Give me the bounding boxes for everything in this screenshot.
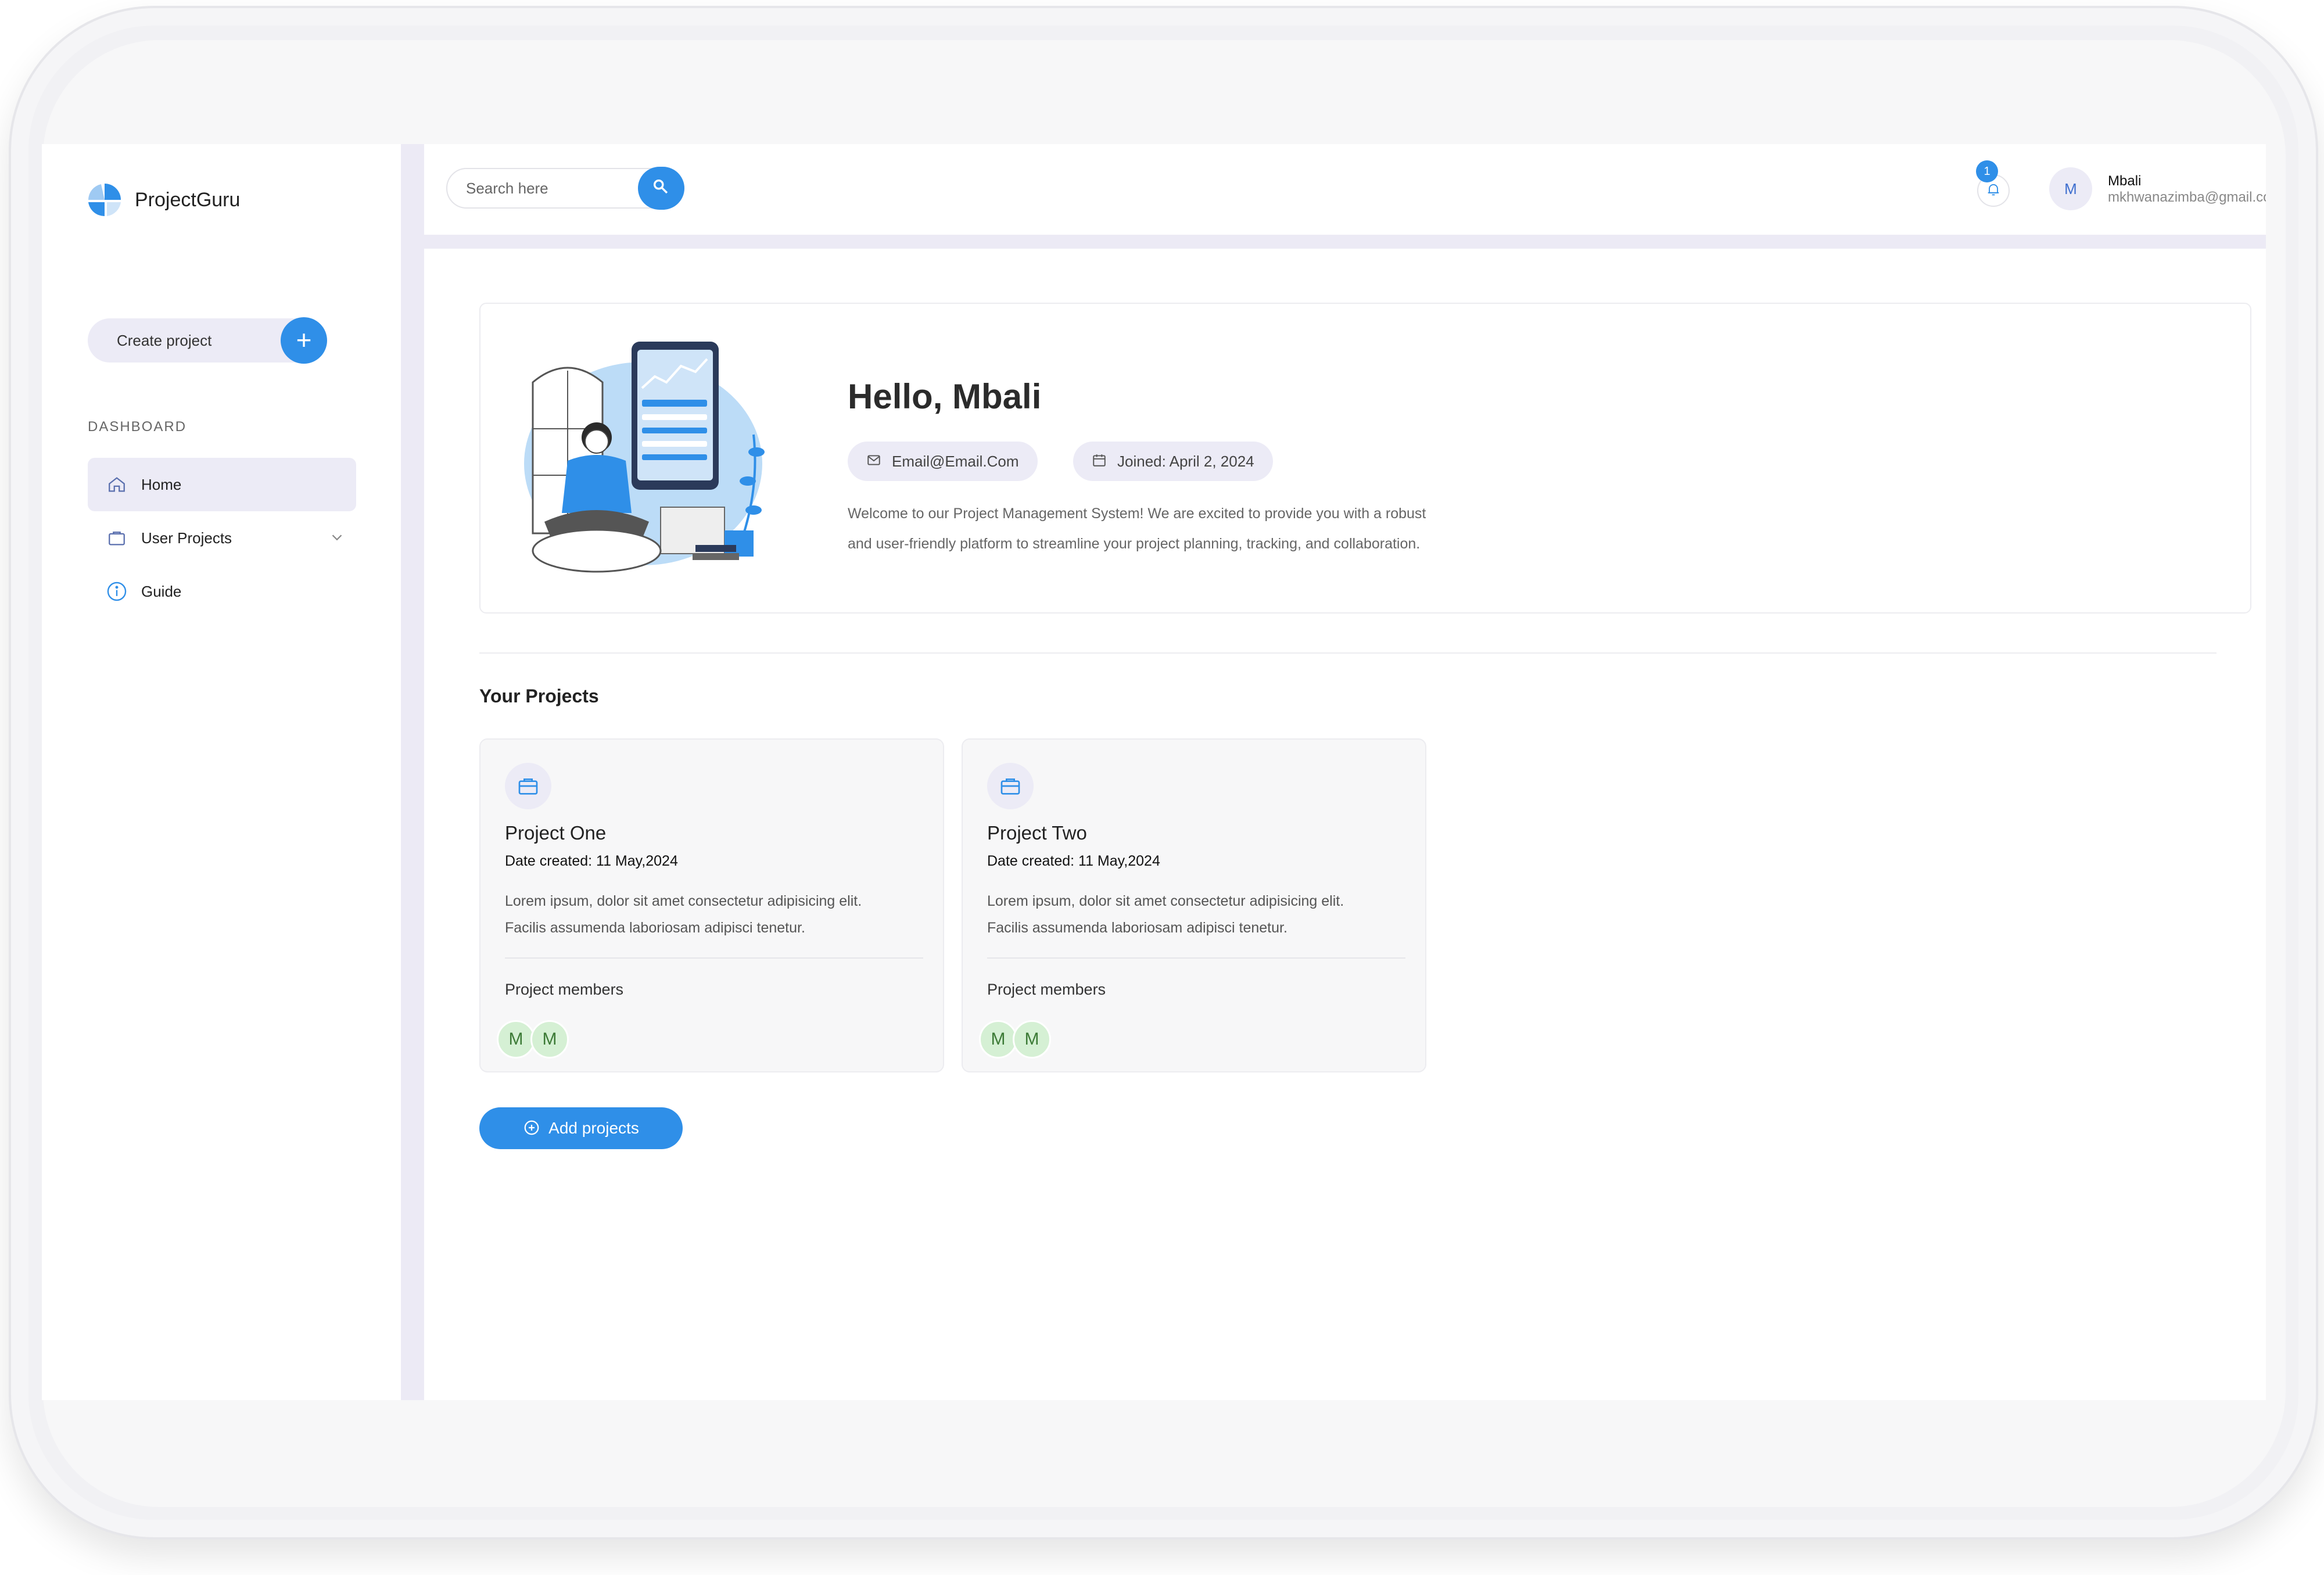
app-name: ProjectGuru <box>135 188 241 211</box>
search-button[interactable] <box>638 167 684 210</box>
project-members-label: Project members <box>987 981 1106 998</box>
project-description-line-2: Facilis assumenda laboriosam adipisci te… <box>505 920 805 936</box>
project-title[interactable]: Project Two <box>987 822 1087 844</box>
create-project-label: Create project <box>117 331 212 349</box>
user-name: Mbali <box>2108 173 2142 189</box>
sidebar-item-label: Guide <box>141 582 182 600</box>
joined-text: Joined: April 2, 2024 <box>1117 452 1254 470</box>
email-text: Email@Email.Com <box>892 452 1019 470</box>
sidebar-item-user-projects[interactable]: User Projects <box>88 511 356 565</box>
app-screen: ProjectGuru Create project + DASHBOARD H… <box>42 144 2266 1400</box>
welcome-line-1: Welcome to our Project Management System… <box>848 505 1426 522</box>
member-avatar[interactable]: M <box>1013 1020 1051 1059</box>
sidebar-item-label: Home <box>141 475 182 493</box>
create-project-button[interactable]: Create project + <box>88 317 327 364</box>
mail-icon <box>866 453 881 471</box>
add-projects-button[interactable]: Add projects <box>479 1107 683 1149</box>
member-avatar[interactable]: M <box>497 1020 535 1059</box>
info-icon <box>105 580 128 603</box>
card-divider <box>505 957 923 959</box>
notification-badge: 1 <box>1976 160 1998 182</box>
plus-icon[interactable]: + <box>281 317 327 364</box>
project-date: Date created: 11 May,2024 <box>987 853 1160 869</box>
search-box <box>446 167 684 210</box>
logo-icon <box>86 181 123 218</box>
plus-circle-icon <box>523 1119 540 1138</box>
sidebar-item-label: User Projects <box>141 529 232 547</box>
search-input[interactable] <box>466 180 623 198</box>
projects-heading: Your Projects <box>479 686 599 706</box>
joined-badge: Joined: April 2, 2024 <box>1073 442 1273 481</box>
sidebar: ProjectGuru Create project + DASHBOARD H… <box>42 144 401 1400</box>
welcome-line-2: and user-friendly platform to streamline… <box>848 536 1421 552</box>
project-card[interactable]: Project One Date created: 11 May,2024 Lo… <box>479 738 944 1072</box>
project-description-line-1: Lorem ipsum, dolor sit amet consectetur … <box>505 893 862 909</box>
add-projects-label: Add projects <box>548 1119 639 1137</box>
bell-icon <box>1985 181 2002 200</box>
chevron-down-icon[interactable] <box>328 529 346 549</box>
welcome-card: Hello, Mbali Email@Email.Com Joined: Apr… <box>479 303 2251 614</box>
briefcase-icon <box>105 526 128 550</box>
section-divider <box>479 652 2217 654</box>
project-date: Date created: 11 May,2024 <box>505 853 678 869</box>
greeting-title: Hello, Mbali <box>848 377 1042 416</box>
project-title[interactable]: Project One <box>505 822 606 844</box>
project-description-line-2: Facilis assumenda laboriosam adipisci te… <box>987 920 1287 936</box>
briefcase-icon <box>987 763 1034 809</box>
main-content: Hello, Mbali Email@Email.Com Joined: Apr… <box>424 249 2266 1400</box>
section-label-dashboard: DASHBOARD <box>88 419 187 435</box>
app-logo[interactable]: ProjectGuru <box>86 181 240 218</box>
project-members-label: Project members <box>505 981 624 998</box>
project-description-line-1: Lorem ipsum, dolor sit amet consectetur … <box>987 893 1344 909</box>
welcome-illustration <box>510 336 783 586</box>
project-description: Lorem ipsum, dolor sit amet consectetur … <box>987 888 1405 941</box>
welcome-message: Welcome to our Project Management System… <box>848 498 1475 559</box>
search-icon <box>651 177 671 200</box>
avatar[interactable]: M <box>2049 167 2092 210</box>
home-icon <box>105 473 128 496</box>
project-card[interactable]: Project Two Date created: 11 May,2024 Lo… <box>962 738 1426 1072</box>
card-divider <box>987 957 1405 959</box>
briefcase-icon <box>505 763 551 809</box>
sidebar-item-home[interactable]: Home <box>88 458 356 511</box>
calendar-icon <box>1092 453 1107 471</box>
member-avatar[interactable]: M <box>530 1020 569 1059</box>
project-description: Lorem ipsum, dolor sit amet consectetur … <box>505 888 923 941</box>
sidebar-item-guide[interactable]: Guide <box>88 565 356 618</box>
member-avatar[interactable]: M <box>979 1020 1017 1059</box>
email-badge: Email@Email.Com <box>848 442 1038 481</box>
top-bar: 1 M Mbali mkhwanazimba@gmail.com <box>424 144 2266 235</box>
user-email: mkhwanazimba@gmail.com <box>2108 189 2266 205</box>
